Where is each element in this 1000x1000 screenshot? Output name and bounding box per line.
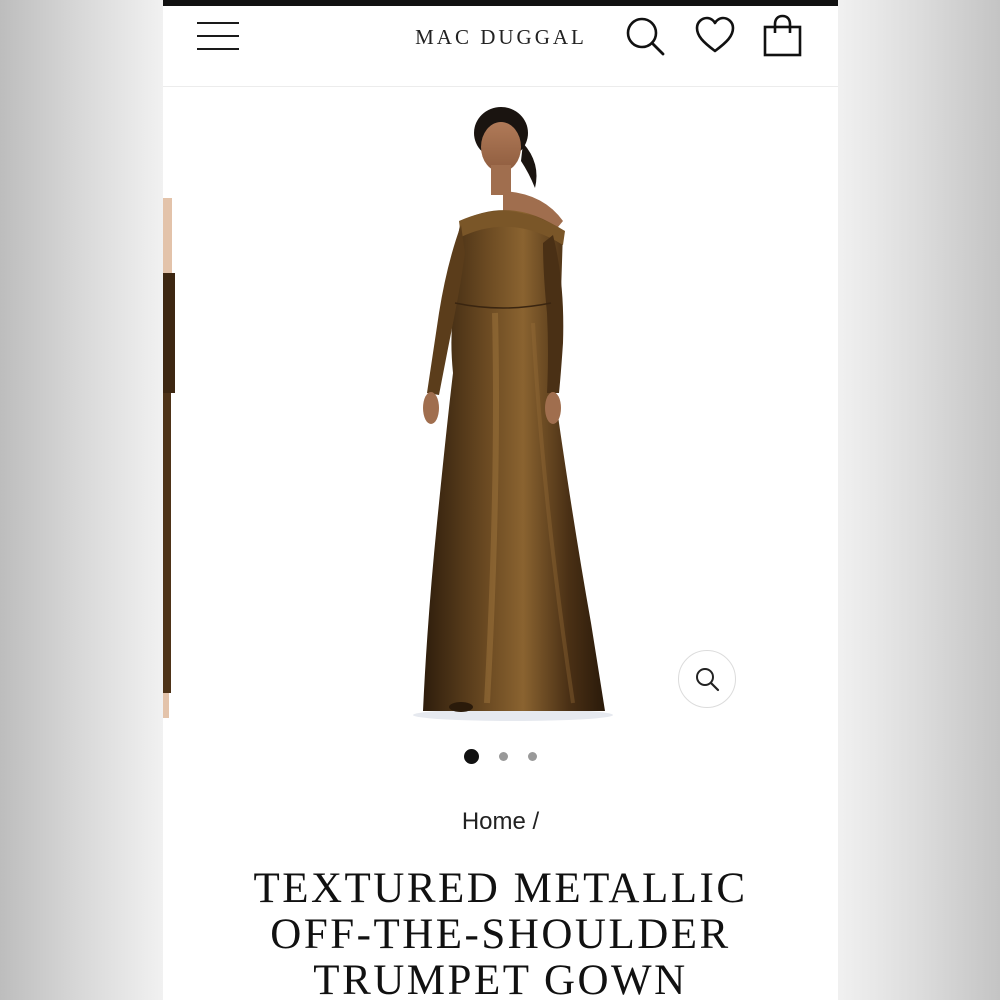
breadcrumb: Home / bbox=[163, 808, 838, 836]
breadcrumb-separator: / bbox=[532, 808, 540, 835]
product-title-line-2: OFF-THE-SHOULDER bbox=[270, 911, 731, 958]
brand-logo[interactable]: MAC DUGGAL bbox=[411, 22, 591, 52]
previous-image-peek bbox=[163, 198, 175, 718]
product-title: TEXTURED METALLIC OFF-THE-SHOULDER TRUMP… bbox=[183, 866, 818, 1000]
site-header: MAC DUGGAL bbox=[163, 6, 838, 87]
heart-icon[interactable] bbox=[693, 14, 737, 58]
mobile-page: MAC DUGGAL Home / TEXTURED METALLIC OFF-… bbox=[163, 0, 838, 1000]
slide-dot-3[interactable] bbox=[528, 752, 538, 762]
breadcrumb-home-link[interactable]: Home bbox=[462, 808, 526, 835]
search-icon[interactable] bbox=[623, 14, 667, 58]
product-title-line-1: TEXTURED METALLIC bbox=[253, 865, 748, 912]
menu-icon[interactable] bbox=[197, 20, 241, 54]
product-gallery[interactable] bbox=[163, 88, 838, 728]
product-image bbox=[413, 107, 613, 721]
zoom-button[interactable] bbox=[678, 650, 736, 708]
slide-dot-2[interactable] bbox=[499, 752, 508, 762]
zoom-search-icon bbox=[696, 668, 720, 692]
slide-indicator bbox=[163, 748, 838, 765]
shopping-bag-icon[interactable] bbox=[761, 14, 805, 58]
slide-dot-1[interactable] bbox=[463, 749, 479, 765]
product-title-line-3: TRUMPET GOWN bbox=[313, 957, 688, 1000]
